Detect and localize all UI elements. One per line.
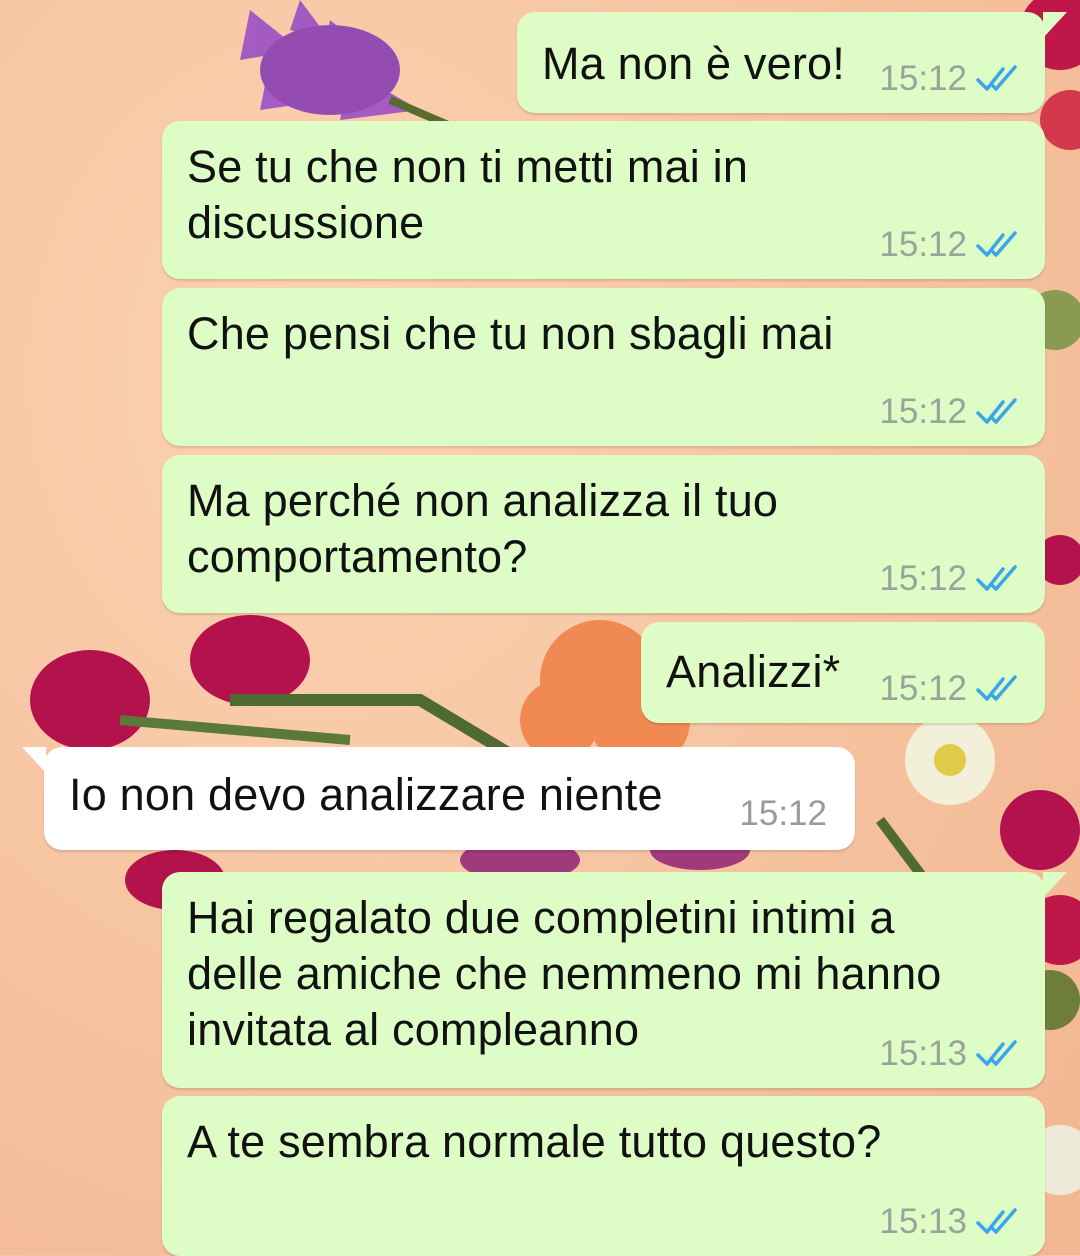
message-time: 15:12 <box>879 669 967 708</box>
message-meta: 15:12 <box>879 59 1021 99</box>
message-meta: 15:12 <box>879 559 1021 599</box>
read-double-check-icon <box>976 1208 1017 1234</box>
message-text: Io non devo analizzare niente <box>69 769 663 820</box>
message-time: 15:13 <box>879 1034 967 1073</box>
message-text: Se tu che non ti metti mai in discussion… <box>187 141 749 248</box>
message-bubble-outgoing[interactable]: Hai regalato due completini intimi a del… <box>162 872 1067 1088</box>
message-text: Che pensi che tu non sbagli mai <box>187 308 834 359</box>
message-meta: 15:12 <box>879 392 1021 432</box>
read-double-check-icon <box>976 231 1017 257</box>
message-time: 15:12 <box>739 794 827 833</box>
message-text: Hai regalato due completini intimi a del… <box>187 892 942 1055</box>
message-meta: 15:12 <box>879 225 1021 265</box>
read-double-check-icon <box>976 398 1017 424</box>
message-meta: 15:12 <box>739 794 827 834</box>
message-time: 15:12 <box>879 225 967 264</box>
message-text: Analizzi* <box>666 646 841 697</box>
message-bubble-outgoing[interactable]: Analizzi* 15:12 <box>641 622 1045 723</box>
message-meta: 15:13 <box>879 1202 1021 1242</box>
message-meta: 15:12 <box>879 669 1021 709</box>
message-bubble-outgoing[interactable]: Ma non è vero! 15:12 <box>517 12 1067 113</box>
message-text: A te sembra normale tutto questo? <box>187 1116 882 1167</box>
read-double-check-icon <box>976 1040 1017 1066</box>
read-double-check-icon <box>976 65 1017 91</box>
message-time: 15:12 <box>879 59 967 98</box>
message-meta: 15:13 <box>879 1034 1021 1074</box>
message-text: Ma non è vero! <box>542 38 845 89</box>
message-bubble-outgoing[interactable]: Ma perché non analizza il tuo comportame… <box>162 455 1045 613</box>
message-time: 15:12 <box>879 392 967 431</box>
message-bubble-outgoing[interactable]: A te sembra normale tutto questo? 15:13 <box>162 1096 1045 1256</box>
message-bubble-incoming[interactable]: Io non devo analizzare niente 15:12 <box>22 747 855 850</box>
message-text: Ma perché non analizza il tuo comportame… <box>187 475 779 582</box>
message-time: 15:13 <box>879 1202 967 1241</box>
message-bubble-outgoing[interactable]: Che pensi che tu non sbagli mai 15:12 <box>162 288 1045 446</box>
message-bubble-outgoing[interactable]: Se tu che non ti metti mai in discussion… <box>162 121 1045 279</box>
read-double-check-icon <box>976 565 1017 591</box>
read-double-check-icon <box>976 675 1017 701</box>
message-time: 15:12 <box>879 559 967 598</box>
